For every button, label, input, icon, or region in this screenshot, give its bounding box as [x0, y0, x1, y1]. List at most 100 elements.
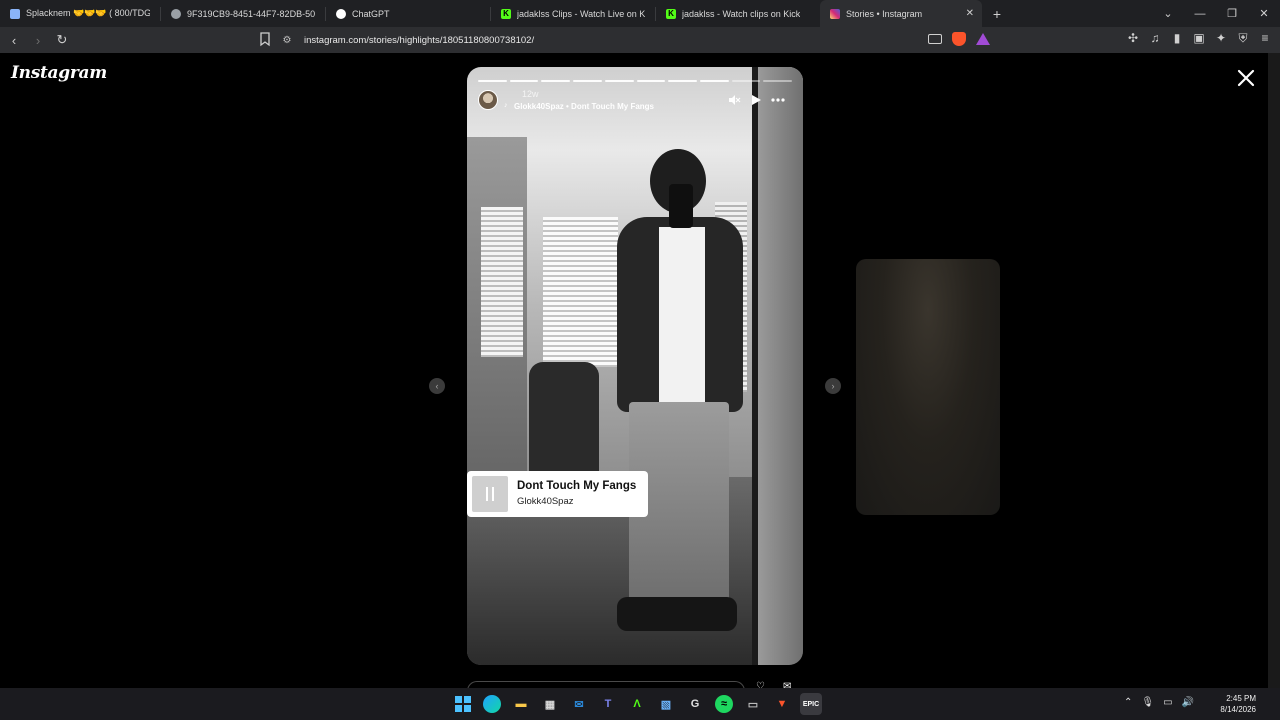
instagram-logo[interactable]: Instagram	[11, 63, 107, 83]
browser-toolbar: ‹ › ↻ ⚙ ✣ ♫ ▮ ▣ ✦ ⛨ ≡	[0, 27, 1280, 53]
back-icon[interactable]: ‹	[4, 30, 24, 50]
clock-date: 8/14/2026	[1220, 705, 1256, 714]
story-progress-segment	[699, 80, 729, 82]
kick-app-icon[interactable]: Λ	[626, 693, 648, 715]
chevron-up-icon[interactable]: ⌃	[1124, 697, 1132, 708]
instagram-icon	[830, 8, 840, 19]
edge-icon[interactable]	[483, 695, 501, 713]
album-art	[472, 476, 508, 512]
wallet-icon[interactable]: ▣	[1192, 31, 1206, 46]
media-icon[interactable]: ♫	[1148, 31, 1162, 46]
sidebar-icon[interactable]: ▮	[1170, 31, 1184, 46]
cast-icon[interactable]	[928, 34, 942, 44]
tab-title: Stories • Instagram	[846, 8, 923, 19]
tab-title: jadaklss - Watch clips on Kick	[682, 8, 801, 19]
story-progress-segment	[604, 80, 634, 82]
story-progress-segment	[573, 80, 602, 82]
leo-ai-icon[interactable]: ✦	[1214, 31, 1228, 46]
spotify-icon[interactable]: ≈	[715, 695, 733, 713]
volume-icon[interactable]: 🔊	[1182, 697, 1194, 708]
teams-icon[interactable]: T	[597, 693, 619, 715]
extension-icons: ✣ ♫ ▮ ▣ ✦ ⛨ ≡	[1126, 31, 1272, 46]
site-info-icon[interactable]: ⚙	[280, 35, 294, 46]
address-bar[interactable]: ⚙	[280, 30, 1028, 50]
start-icon[interactable]	[452, 693, 474, 715]
system-tray: ⌃ 🎙 ▭ 🔊	[1124, 697, 1194, 708]
close-icon[interactable]	[1236, 68, 1256, 88]
extensions-icon[interactable]: ✣	[1126, 31, 1140, 46]
window-controls: ⌄ — ❐ ✕	[1152, 0, 1280, 27]
tab-splacknem[interactable]: Splacknem 🤝🤝🤝 ( 800/TDG/Swi	[0, 0, 160, 27]
story-progress-segment	[731, 80, 761, 82]
bookmark-icon[interactable]	[258, 31, 272, 47]
sticker-song-title: Dont Touch My Fangs	[517, 480, 637, 492]
browser-tab-strip: Splacknem 🤝🤝🤝 ( 800/TDG/Swi 9F319CB9-845…	[0, 0, 1280, 27]
close-tab-icon[interactable]: ✕	[966, 8, 974, 19]
sticker-artist: Glokk40Spaz	[517, 496, 574, 507]
outlook-icon[interactable]: ✉	[568, 693, 590, 715]
globe-icon	[10, 8, 20, 19]
close-window-icon[interactable]: ✕	[1248, 7, 1280, 20]
story-photo-detail	[617, 597, 737, 631]
tab-kick-clips[interactable]: K jadaklss - Watch clips on Kick	[656, 0, 820, 27]
tab-instagram-stories[interactable]: Stories • Instagram ✕	[820, 0, 982, 27]
new-tab-button[interactable]: +	[988, 6, 1006, 22]
photos-icon[interactable]: ▧	[655, 693, 677, 715]
url-input[interactable]	[304, 34, 904, 46]
scrollbar[interactable]	[1268, 53, 1280, 688]
tab-title: ChatGPT	[352, 8, 390, 19]
brave-shields-icon[interactable]	[952, 32, 966, 46]
tab-title: 9F319CB9-8451-44F7-82DB-50CF03	[187, 8, 315, 19]
previous-story-button[interactable]: ‹	[429, 378, 445, 394]
story-progress-segment	[636, 80, 666, 82]
network-icon[interactable]: ▭	[1163, 697, 1172, 708]
file-explorer-icon[interactable]: ▬	[510, 693, 532, 715]
story-photo-detail	[543, 217, 618, 367]
next-story-preview[interactable]	[856, 259, 1000, 515]
forward-icon[interactable]: ›	[28, 30, 48, 50]
system-clock[interactable]: 2:45 PM 8/14/2026	[1220, 693, 1256, 715]
taskbar-apps: ▬ ▦ ✉ T Λ ▧ G ≈ ▭ ▼ EPIC	[452, 693, 822, 715]
kick-icon: K	[666, 8, 676, 19]
more-options-icon[interactable]	[771, 93, 785, 107]
story-photo-detail	[481, 207, 523, 357]
kick-icon: K	[501, 8, 511, 19]
story-progress-segment	[763, 80, 793, 82]
music-sticker[interactable]: Dont Touch My Fangs Glokk40Spaz	[467, 471, 648, 517]
tab-search-icon[interactable]: ⌄	[1152, 7, 1184, 20]
minimize-icon[interactable]: —	[1184, 8, 1216, 20]
avatar[interactable]	[478, 90, 498, 110]
terminal-icon[interactable]: ▭	[742, 693, 764, 715]
clock-time: 2:45 PM	[1226, 694, 1256, 703]
menu-icon[interactable]: ≡	[1258, 31, 1272, 46]
tab-chatgpt[interactable]: ChatGPT	[326, 0, 490, 27]
play-icon[interactable]	[749, 93, 763, 107]
brave-icon[interactable]: ▼	[771, 693, 793, 715]
vpn-icon[interactable]: ⛨	[1236, 31, 1250, 46]
tab-guid[interactable]: 9F319CB9-8451-44F7-82DB-50CF03	[161, 0, 325, 27]
mute-icon[interactable]	[727, 93, 741, 107]
story-photo-detail	[669, 184, 693, 228]
brave-rewards-icon[interactable]	[976, 33, 990, 45]
epic-games-icon[interactable]: EPIC	[800, 693, 822, 715]
microphone-icon[interactable]: 🎙	[1141, 697, 1154, 708]
story-music-label[interactable]: Glokk40Spaz • Dont Touch My Fangs	[514, 102, 654, 111]
tab-title: Splacknem 🤝🤝🤝 ( 800/TDG/Swi	[26, 8, 150, 18]
address-bar-actions	[928, 32, 990, 46]
story-media[interactable]	[467, 67, 803, 665]
reload-icon[interactable]: ↻	[52, 30, 72, 50]
next-story-button[interactable]: ›	[825, 378, 841, 394]
story-progress-segment	[541, 80, 571, 82]
instagram-story-viewer: Instagram 12w ♪ Glokk40Spaz • Dont Touch…	[0, 53, 1268, 692]
tab-kick-clips-live[interactable]: K jadaklss Clips - Watch Live on Kick	[491, 0, 655, 27]
story-progress-segment	[509, 80, 539, 82]
story-progress-segment	[668, 80, 697, 82]
store-icon[interactable]: ▦	[539, 693, 561, 715]
story-progress-bar	[478, 80, 793, 82]
restore-icon[interactable]: ❐	[1216, 7, 1248, 20]
story-photo-detail	[752, 67, 803, 665]
chatgpt-icon	[336, 8, 346, 19]
globe-icon	[171, 8, 181, 19]
tab-title: jadaklss Clips - Watch Live on Kick	[517, 8, 645, 19]
app-icon[interactable]: G	[684, 693, 706, 715]
